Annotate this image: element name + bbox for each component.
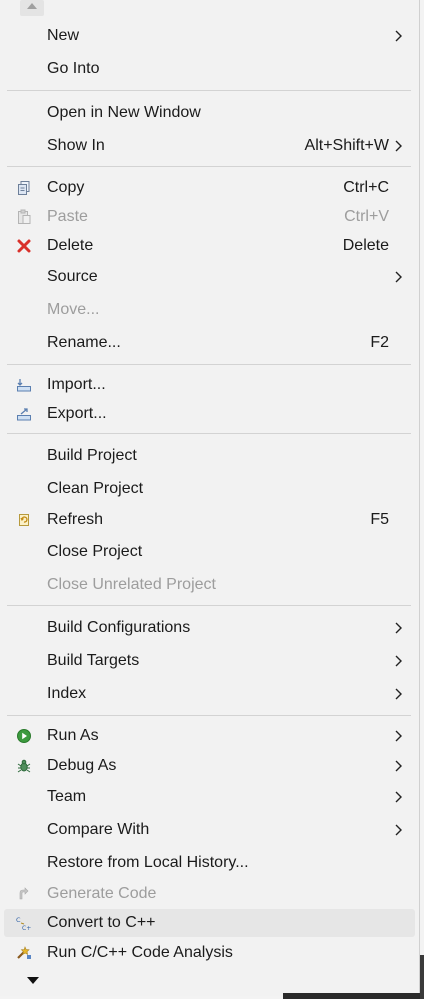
menu-item-shortcut: Ctrl+V <box>344 208 389 225</box>
menu-item-label: Go Into <box>47 60 100 77</box>
menu-item-close-unrelated-project[interactable]: Close Unrelated Project <box>4 571 415 599</box>
menu-item-label: Build Targets <box>47 652 140 669</box>
menu-item-label: Restore from Local History... <box>47 854 249 871</box>
menu-item-label: Close Unrelated Project <box>47 576 216 593</box>
menu-item-generate-code[interactable]: Generate Code <box>4 880 415 908</box>
delete-icon <box>17 239 31 253</box>
menu-item-label: Index <box>47 685 87 702</box>
menu-item-label: Generate Code <box>47 885 157 902</box>
menu-item-label: Clean Project <box>47 480 144 497</box>
menu-item-compare-with[interactable]: Compare With <box>4 816 415 844</box>
menu-item-shortcut: Ctrl+C <box>343 179 389 196</box>
menu-item-label: Debug As <box>47 757 117 774</box>
menu-item-label: Show In <box>47 137 105 154</box>
code-analysis-icon <box>17 946 31 959</box>
menu-item-source[interactable]: Source <box>4 263 415 291</box>
menu-item-label: Rename... <box>47 334 121 351</box>
export-icon <box>17 408 31 421</box>
menu-item-label: Convert to C++ <box>47 914 156 931</box>
scroll-down-button[interactable] <box>20 970 46 992</box>
chevron-up-icon <box>27 3 37 9</box>
menu-item-refresh[interactable]: Refresh F5 <box>4 506 415 534</box>
menu-item-label: Move... <box>47 301 100 318</box>
menu-item-run-code-analysis[interactable]: Run C/C++ Code Analysis <box>4 939 415 967</box>
menu-item-label: Run As <box>47 727 99 744</box>
menu-item-index[interactable]: Index <box>4 680 415 708</box>
menu-item-debug-as[interactable]: Debug As <box>4 752 415 780</box>
menu-item-convert-to-cpp[interactable]: C C+ Convert to C++ <box>4 909 415 937</box>
chevron-right-icon <box>395 271 402 283</box>
chevron-right-icon <box>395 791 402 803</box>
import-icon <box>17 379 31 392</box>
menu-item-build-targets[interactable]: Build Targets <box>4 647 415 675</box>
menu-item-close-project[interactable]: Close Project <box>4 538 415 566</box>
menu-item-label: Close Project <box>47 543 143 560</box>
chevron-right-icon <box>395 824 402 836</box>
menu-separator <box>7 715 411 716</box>
menu-item-team[interactable]: Team <box>4 783 415 811</box>
menu-item-label: Build Project <box>47 447 137 464</box>
background-window-edge <box>283 993 424 999</box>
refresh-icon <box>19 514 29 526</box>
menu-item-show-in[interactable]: Show In Alt+Shift+W <box>4 132 415 160</box>
menu-item-shortcut: F5 <box>370 511 389 528</box>
menu-item-label: New <box>47 27 80 44</box>
menu-item-shortcut: F2 <box>370 334 389 351</box>
menu-item-label: Compare With <box>47 821 150 838</box>
chevron-down-icon <box>27 977 39 984</box>
menu-item-label: Delete <box>47 237 94 254</box>
menu-item-open-in-new-window[interactable]: Open in New Window <box>4 99 415 127</box>
context-menu: New Go Into Open in New Window Show In A… <box>0 0 420 996</box>
menu-item-rename[interactable]: Rename... F2 <box>4 329 415 357</box>
menu-item-label: Copy <box>47 179 85 196</box>
menu-separator <box>7 433 411 434</box>
chevron-right-icon <box>395 730 402 742</box>
menu-separator <box>7 364 411 365</box>
chevron-right-icon <box>395 622 402 634</box>
menu-item-build-configurations[interactable]: Build Configurations <box>4 614 415 642</box>
menu-item-label: Export... <box>47 405 107 422</box>
menu-item-label: Refresh <box>47 511 104 528</box>
menu-separator <box>7 166 411 167</box>
menu-item-clean-project[interactable]: Clean Project <box>4 475 415 503</box>
copy-icon <box>18 181 30 195</box>
menu-item-go-into[interactable]: Go Into <box>4 55 415 83</box>
paste-icon <box>18 209 31 224</box>
menu-item-build-project[interactable]: Build Project <box>4 442 415 470</box>
menu-item-label: Team <box>47 788 87 805</box>
menu-item-label: Run C/C++ Code Analysis <box>47 944 233 961</box>
menu-item-label: Open in New Window <box>47 104 201 121</box>
svg-text:C+: C+ <box>22 925 31 931</box>
debug-bug-icon <box>17 759 31 773</box>
menu-item-restore-from-local-history[interactable]: Restore from Local History... <box>4 849 415 877</box>
menu-separator <box>7 90 411 91</box>
chevron-right-icon <box>395 140 402 152</box>
menu-item-shortcut: Delete <box>342 237 389 254</box>
menu-item-run-as[interactable]: Run As <box>4 722 415 750</box>
menu-separator <box>7 605 411 606</box>
menu-item-label: Paste <box>47 208 88 225</box>
run-icon <box>17 729 31 743</box>
svg-text:C: C <box>16 916 21 924</box>
scroll-up-button[interactable] <box>20 0 44 16</box>
menu-item-label: Source <box>47 268 98 285</box>
menu-item-export[interactable]: Export... <box>4 400 415 428</box>
chevron-right-icon <box>395 655 402 667</box>
generate-code-icon <box>19 887 29 900</box>
chevron-right-icon <box>395 688 402 700</box>
menu-item-delete[interactable]: Delete Delete <box>4 232 415 260</box>
chevron-right-icon <box>395 760 402 772</box>
menu-item-paste[interactable]: Paste Ctrl+V <box>4 203 415 231</box>
menu-item-shortcut: Alt+Shift+W <box>304 137 389 154</box>
menu-item-label: Import... <box>47 376 106 393</box>
background-window-edge <box>420 955 424 999</box>
menu-item-import[interactable]: Import... <box>4 371 415 399</box>
menu-item-move[interactable]: Move... <box>4 296 415 324</box>
menu-item-label: Build Configurations <box>47 619 191 636</box>
menu-item-new[interactable]: New <box>4 22 415 50</box>
chevron-right-icon <box>395 30 402 42</box>
menu-item-copy[interactable]: Copy Ctrl+C <box>4 174 415 202</box>
convert-cpp-icon: C C+ <box>16 916 31 931</box>
